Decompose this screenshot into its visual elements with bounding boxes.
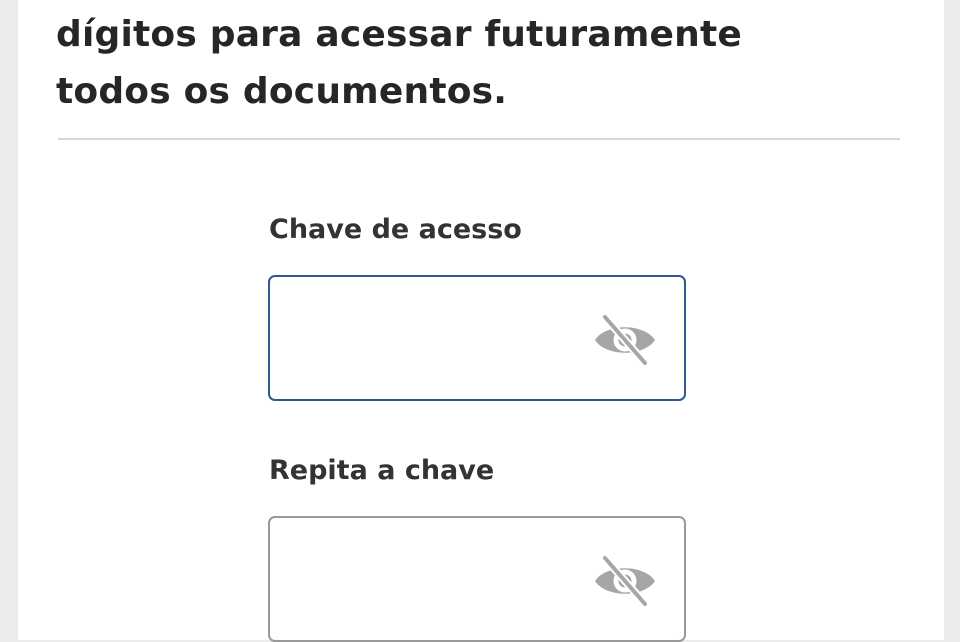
instruction-line-1: dígitos para acessar futuramente [56,14,743,55]
repeat-key-field[interactable] [268,516,686,642]
repeat-key-label: Repita a chave [269,455,495,486]
repeat-key-input[interactable] [288,554,592,606]
access-key-field[interactable] [268,275,686,401]
eye-off-icon[interactable] [592,555,658,607]
access-key-label: Chave de acesso [269,214,522,245]
section-divider [58,138,900,140]
eye-off-icon[interactable] [592,314,658,366]
instruction-line-2: todos os documentos. [56,71,508,112]
access-key-input[interactable] [288,313,592,365]
instruction-text: dígitos para acessar futuramente todos o… [56,6,742,120]
form-card: dígitos para acessar futuramente todos o… [18,0,944,642]
